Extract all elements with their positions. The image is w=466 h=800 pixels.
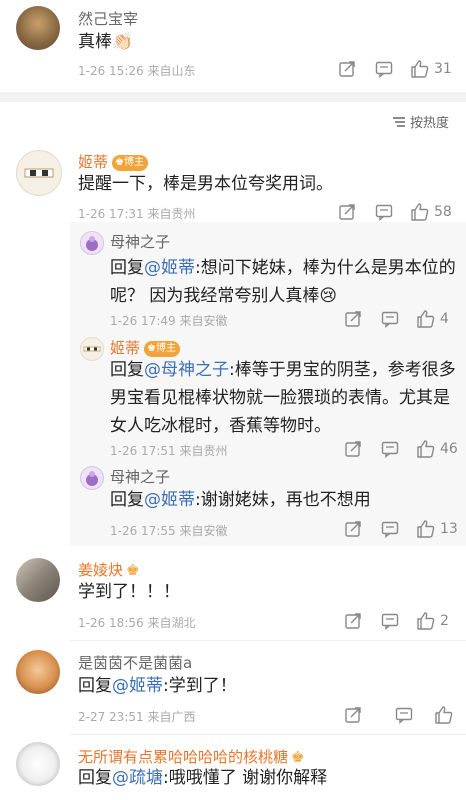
crown-icon: ♚ (115, 156, 124, 168)
avatar[interactable] (16, 150, 62, 196)
reply-meta: 1-26 17:49 来自安徽 (110, 314, 228, 328)
reply-icon[interactable] (381, 310, 399, 328)
avatar[interactable] (80, 337, 104, 361)
comment-text: 真棒👏🏻 (78, 32, 134, 52)
avatar[interactable] (16, 558, 60, 602)
like-button[interactable]: 4 (416, 309, 449, 329)
reply-icon[interactable] (375, 203, 393, 221)
thumbs-up-icon (417, 310, 435, 328)
author-badge: ♚博主 (144, 340, 180, 357)
reply-icon[interactable] (381, 612, 399, 630)
reply-icon[interactable] (381, 520, 399, 538)
reply-text: 回复@母神之子:棒等于男宝的阴茎，参考很多 男宝看见棍棒状物就一脸猥琐的表情。尤… (110, 360, 456, 436)
share-icon[interactable] (338, 60, 356, 78)
share-icon[interactable] (338, 203, 356, 221)
like-count: 31 (434, 61, 452, 77)
like-button[interactable]: 13 (416, 519, 458, 539)
thumbs-up-icon (417, 612, 435, 630)
comment-text: 学到了！！！ (78, 582, 180, 602)
avatar[interactable] (80, 466, 104, 490)
sort-icon (393, 116, 405, 127)
thumbs-up-icon (435, 706, 453, 724)
commenter-name[interactable]: 姬蒂 ♚博主 (110, 337, 180, 358)
comment-text: 回复@姬蒂:学到了！ (78, 676, 237, 696)
comment-text: 回复@疏塘:哦哦懂了 谢谢你解释 (78, 768, 328, 788)
share-icon[interactable] (344, 310, 362, 328)
avatar[interactable] (16, 6, 60, 50)
like-button[interactable]: 58 (410, 202, 452, 222)
avatar[interactable] (16, 650, 60, 694)
comment-meta: 2-27 23:51 来自广西 (78, 710, 196, 724)
thumbs-up-icon (411, 60, 429, 78)
section-divider (0, 92, 466, 102)
mention-link[interactable]: @姬蒂 (112, 676, 163, 696)
divider (70, 734, 466, 735)
reply-icon[interactable] (375, 60, 393, 78)
reply-text: 回复@姬蒂:想问下姥妹，棒为什么是男本位的 呢？ 因为我经常夸别人真棒😢 (110, 258, 456, 306)
reply-icon[interactable] (395, 706, 413, 724)
like-button[interactable]: 46 (416, 439, 458, 459)
like-button[interactable] (434, 705, 454, 725)
commenter-name[interactable]: 然己宝宰 (78, 8, 138, 29)
comment-text: 提醒一下，棒是男本位夸奖用词。 (78, 174, 333, 194)
crown-icon: ♚ (147, 342, 156, 354)
mention-link[interactable]: @姬蒂 (144, 490, 195, 510)
like-count: 13 (440, 521, 458, 537)
share-icon[interactable] (344, 520, 362, 538)
thumbs-up-icon (417, 440, 435, 458)
commenter-name[interactable]: 是茵茵不是菌菌a (78, 652, 192, 673)
mention-link[interactable]: @疏塘 (112, 768, 163, 788)
commenter-name[interactable]: 姬蒂 ♚博主 (78, 151, 148, 172)
share-icon[interactable] (344, 612, 362, 630)
reply-icon[interactable] (381, 440, 399, 458)
like-count: 2 (440, 613, 449, 629)
comment-meta: 1-26 18:56 来自湖北 (78, 616, 196, 630)
reply-meta: 1-26 17:51 来自贵州 (110, 444, 228, 458)
mention-link[interactable]: @母神之子 (144, 360, 229, 380)
like-button[interactable]: 2 (416, 611, 449, 631)
like-count: 46 (440, 441, 458, 457)
reply-text: 回复@姬蒂:谢谢姥妹，再也不想用 (110, 490, 371, 510)
author-badge: ♚博主 (112, 154, 148, 171)
avatar[interactable] (16, 742, 60, 786)
like-count: 4 (440, 311, 449, 327)
thumbs-up-icon (411, 203, 429, 221)
comment-meta: 1-26 17:31 来自贵州 (78, 207, 196, 221)
like-button[interactable]: 31 (410, 59, 452, 79)
share-icon[interactable] (344, 440, 362, 458)
commenter-name[interactable]: 母神之子 (110, 466, 170, 487)
sort-by-hot-button[interactable]: 按热度 (392, 112, 449, 131)
like-count: 58 (434, 204, 452, 220)
commenter-name[interactable]: 母神之子 (110, 231, 170, 252)
crown-icon: ♚ (126, 561, 140, 579)
share-icon[interactable] (344, 706, 362, 724)
mention-link[interactable]: @姬蒂 (144, 258, 195, 278)
comment-meta: 1-26 15:26 来自山东 (78, 64, 196, 78)
divider (70, 640, 466, 641)
avatar[interactable] (80, 231, 104, 255)
commenter-name[interactable]: 姜婈炔 ♚ (78, 559, 139, 580)
thumbs-up-icon (417, 520, 435, 538)
reply-meta: 1-26 17:55 来自安徽 (110, 524, 228, 538)
